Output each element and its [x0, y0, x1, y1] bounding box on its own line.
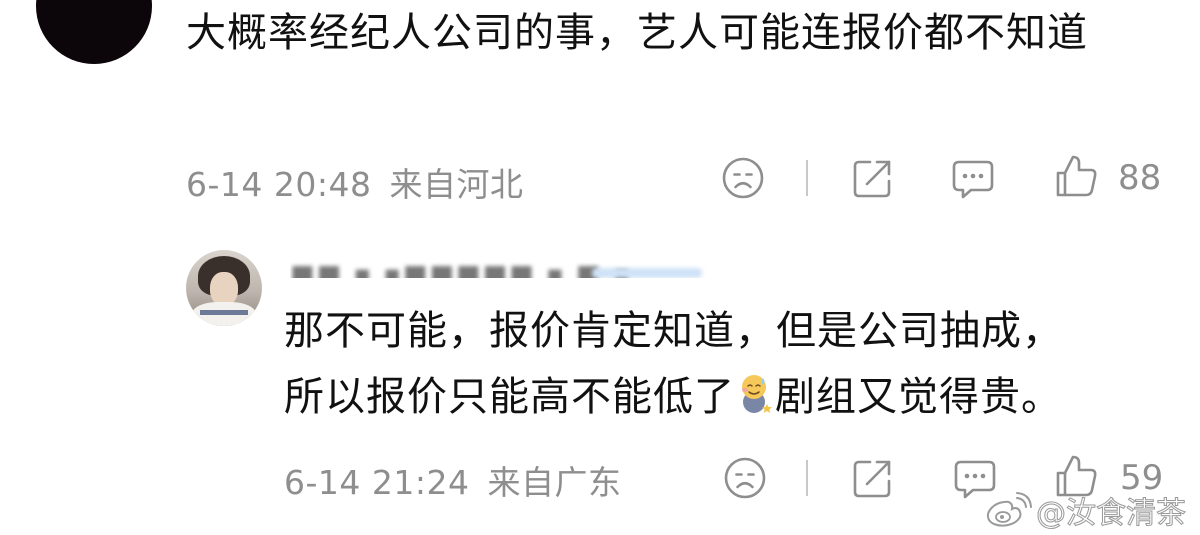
blurred-username-glyphs: ■■ ▪ ▪■■■■■ ▪ ■ ▪ — [290, 260, 633, 278]
share-icon[interactable] — [850, 455, 896, 501]
comment-text: 所以报价只能高不能低了 剧组又觉得贵。 — [284, 366, 1062, 428]
avatar[interactable] — [36, 0, 152, 64]
watermark: @汝食清茶 — [984, 488, 1187, 532]
comment-bubble-icon[interactable] — [950, 155, 996, 201]
divider — [806, 460, 808, 496]
share-icon[interactable] — [850, 155, 896, 201]
username-blurred[interactable]: ■■ ▪ ▪■■■■■ ▪ ■ ▪ — [290, 252, 710, 278]
thumbs-up-icon[interactable] — [1054, 153, 1100, 199]
comment-meta: 6-14 20:48 来自河北 — [186, 158, 524, 206]
blurred-badge — [592, 268, 702, 278]
comment-location: 来自河北 — [389, 165, 524, 204]
comment-text: 那不可能，报价肯定知道，但是公司抽成， — [284, 308, 1063, 354]
sad-face-icon[interactable] — [720, 155, 766, 201]
watermark-text: @汝食清茶 — [1036, 496, 1187, 532]
weibo-logo-icon — [986, 492, 1032, 527]
avatar-caption — [200, 310, 248, 315]
comment-date: 6-14 20:48 — [186, 165, 372, 204]
like-count: 88 — [1118, 158, 1162, 198]
sweat-smile-sticker-icon — [737, 372, 773, 416]
comment-text-part: 所以报价只能高不能低了 — [284, 374, 735, 420]
comment-date: 6-14 21:24 — [284, 463, 470, 502]
avatar[interactable] — [186, 250, 262, 326]
comment-location: 来自广东 — [487, 463, 622, 502]
sad-face-icon[interactable] — [722, 455, 768, 501]
comment-meta: 6-14 21:24 来自广东 — [284, 456, 622, 504]
comment-text: 大概率经纪人公司的事，艺人可能连报价都不知道 — [186, 10, 1088, 56]
avatar-face — [210, 272, 238, 306]
divider — [806, 160, 808, 196]
comment-text-part: 剧组又觉得贵。 — [775, 374, 1062, 420]
